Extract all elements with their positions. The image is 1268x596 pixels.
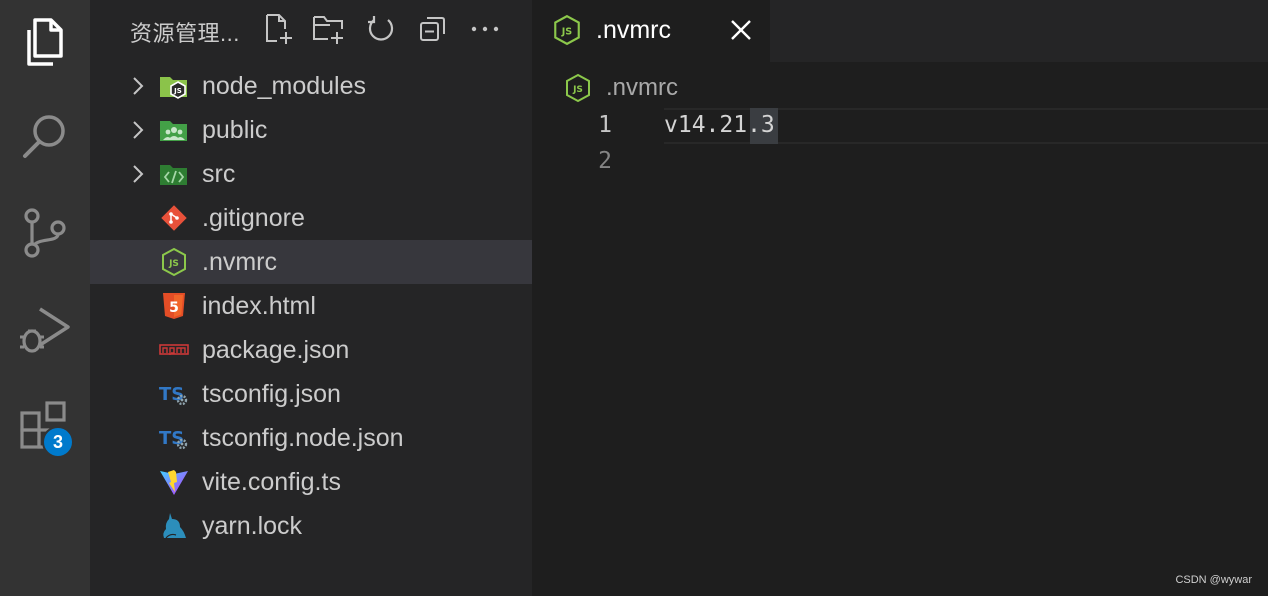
source-control-activity-button[interactable]	[0, 186, 90, 282]
tree-item-node-modules[interactable]: JS node_modules	[90, 64, 532, 108]
editor-tab-bar: JS .nvmrc	[532, 0, 1268, 62]
explorer-activity-button[interactable]	[0, 0, 90, 90]
run-debug-icon	[20, 307, 70, 353]
vscode-window: 3 资源管理... JS node_modules public src .gi…	[0, 0, 1268, 596]
tsconfig-icon: TS	[158, 424, 190, 452]
html5-icon: 5	[158, 292, 190, 320]
src-folder-icon	[158, 160, 190, 188]
collapse-folders-button[interactable]	[416, 12, 450, 46]
breadcrumb-label: .nvmrc	[606, 74, 678, 101]
chevron-right-icon	[133, 165, 144, 183]
svg-text:JS: JS	[572, 85, 583, 95]
tree-item-nvmrc[interactable]: JS .nvmrc	[90, 240, 532, 284]
tree-item-label: node_modules	[202, 72, 367, 100]
new-folder-icon	[313, 16, 343, 44]
watermark: CSDN @wywar	[1175, 574, 1252, 586]
chevron-right-icon	[133, 77, 144, 95]
git-icon	[158, 204, 190, 232]
source-control-icon	[24, 208, 66, 258]
files-icon	[27, 18, 63, 66]
new-file-icon	[266, 14, 292, 44]
nodejs-icon: JS	[158, 247, 190, 277]
file-tree: JS node_modules public src .gitignore JS…	[90, 64, 532, 548]
tree-item-yarn-lock[interactable]: yarn.lock	[90, 504, 532, 548]
tree-item-label: src	[202, 160, 236, 188]
tree-item-tsconfig-json[interactable]: TS tsconfig.json	[90, 372, 532, 416]
run-debug-activity-button[interactable]	[0, 282, 90, 378]
code-line[interactable]: 2	[532, 144, 1268, 180]
code-text[interactable]: v14.21.3	[664, 112, 775, 138]
tree-item-label: index.html	[202, 292, 316, 320]
refresh-explorer-button[interactable]	[364, 12, 398, 46]
npm-icon	[158, 336, 190, 364]
code-editor[interactable]: 1 v14.21.3 2	[532, 108, 1268, 180]
tree-item-tsconfig-node-json[interactable]: TS tsconfig.node.json	[90, 416, 532, 460]
extensions-activity-button[interactable]	[0, 378, 90, 474]
more-icon	[471, 26, 499, 32]
tsconfig-icon: TS	[158, 380, 190, 408]
tree-item-gitignore[interactable]: .gitignore	[90, 196, 532, 240]
refresh-icon	[368, 16, 394, 41]
svg-text:JS: JS	[168, 259, 179, 269]
svg-text:5: 5	[169, 300, 179, 316]
svg-text:JS: JS	[561, 26, 573, 37]
vite-icon	[158, 468, 190, 496]
tab-nvmrc[interactable]: JS .nvmrc	[532, 0, 770, 62]
explorer-header: 资源管理...	[90, 0, 532, 62]
svg-text:TS: TS	[159, 384, 184, 405]
activity-bar: 3	[0, 0, 90, 596]
close-icon[interactable]	[728, 17, 754, 43]
tree-item-label: yarn.lock	[202, 512, 303, 540]
tree-item-label: tsconfig.node.json	[202, 424, 404, 452]
explorer-sidebar: 资源管理... JS node_modules public src .giti…	[90, 0, 532, 596]
search-icon	[23, 115, 65, 158]
tree-item-index-html[interactable]: 5 index.html	[90, 284, 532, 328]
new-file-button[interactable]	[262, 12, 296, 46]
tree-item-public[interactable]: public	[90, 108, 532, 152]
more-actions-button[interactable]	[468, 12, 502, 46]
tab-label: .nvmrc	[596, 16, 671, 44]
tree-item-label: package.json	[202, 336, 350, 364]
node-folder-icon: JS	[158, 72, 190, 100]
nodejs-icon: JS	[566, 73, 590, 103]
extensions-badge: 3	[42, 426, 74, 458]
tree-item-vite-config-ts[interactable]: vite.config.ts	[90, 460, 532, 504]
breadcrumb[interactable]: JS .nvmrc	[564, 70, 678, 106]
tree-item-package-json[interactable]: package.json	[90, 328, 532, 372]
svg-text:JS: JS	[173, 87, 182, 95]
tree-item-label: .nvmrc	[202, 248, 277, 276]
search-activity-button[interactable]	[0, 88, 90, 184]
tree-item-label: tsconfig.json	[202, 380, 341, 408]
new-folder-button[interactable]	[312, 12, 346, 46]
collapse-all-icon	[420, 17, 445, 41]
svg-text:TS: TS	[159, 428, 184, 449]
tree-item-label: .gitignore	[202, 204, 305, 232]
nodejs-icon: JS	[554, 14, 580, 46]
editor-area: JS .nvmrc JS .nvmrc 1 v14.21.3 2 CSDN @w…	[532, 0, 1268, 596]
yarn-icon	[158, 512, 190, 540]
public-folder-icon	[158, 116, 190, 144]
chevron-right-icon	[133, 121, 144, 139]
explorer-title: 资源管理...	[130, 21, 240, 46]
line-number: 2	[598, 148, 612, 174]
code-line[interactable]: 1 v14.21.3	[532, 108, 1268, 144]
line-number: 1	[598, 112, 612, 138]
tree-item-src[interactable]: src	[90, 152, 532, 196]
tree-item-label: vite.config.ts	[202, 468, 341, 496]
tree-item-label: public	[202, 116, 268, 144]
